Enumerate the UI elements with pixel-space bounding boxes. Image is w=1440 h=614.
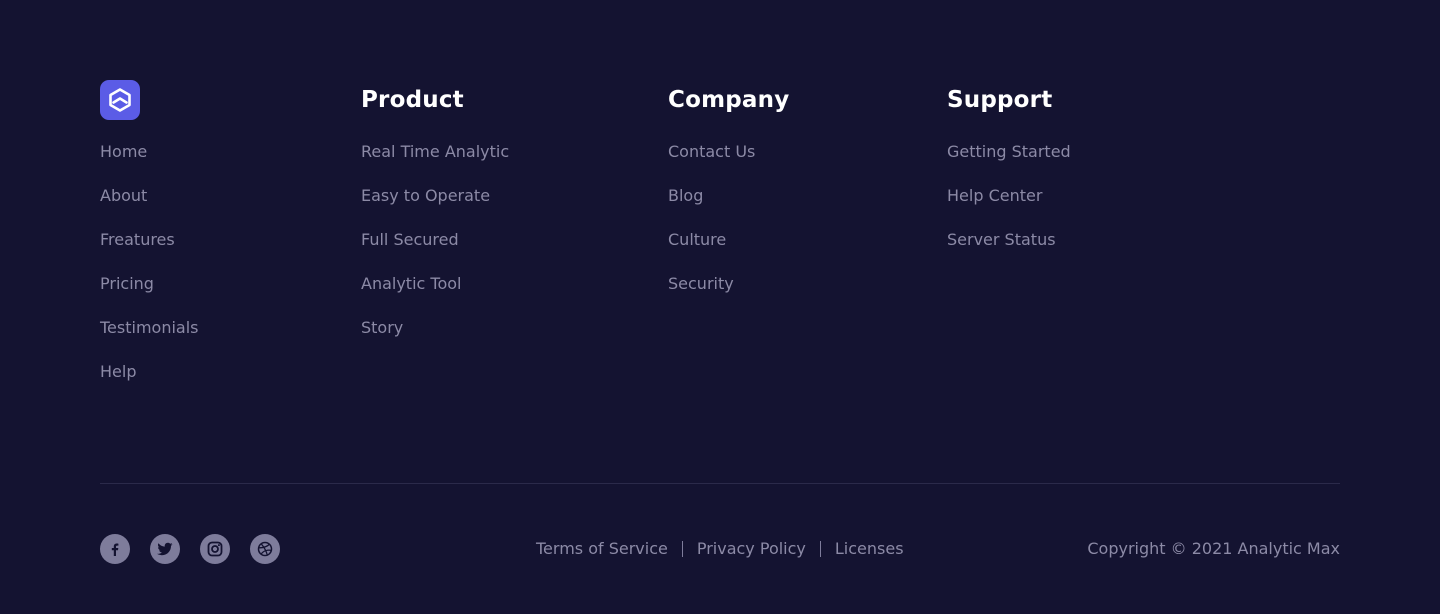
footer-link-security[interactable]: Security — [668, 274, 734, 294]
facebook-icon[interactable] — [100, 534, 130, 564]
footer-link-real-time-analytic[interactable]: Real Time Analytic — [361, 142, 509, 162]
footer-link-story[interactable]: Story — [361, 318, 403, 338]
footer-link-easy-to-operate[interactable]: Easy to Operate — [361, 186, 490, 206]
instagram-icon[interactable] — [200, 534, 230, 564]
product-heading: Product — [361, 87, 464, 113]
licenses-link[interactable]: Licenses — [835, 538, 904, 560]
footer-link-contact-us[interactable]: Contact Us — [668, 142, 755, 162]
support-heading: Support — [947, 87, 1053, 113]
twitter-icon[interactable] — [150, 534, 180, 564]
footer-link-blog[interactable]: Blog — [668, 186, 703, 206]
footer-link-culture[interactable]: Culture — [668, 230, 726, 250]
support-links: Getting Started Help Center Server Statu… — [947, 142, 1071, 274]
dribbble-icon[interactable] — [250, 534, 280, 564]
brand-links: Home About Freatures Pricing Testimonial… — [100, 142, 199, 406]
company-heading: Company — [668, 87, 790, 113]
legal-links: Terms of Service Privacy Policy Licenses — [536, 538, 904, 560]
legal-separator — [819, 541, 821, 557]
footer-link-about[interactable]: About — [100, 186, 147, 206]
privacy-policy-link[interactable]: Privacy Policy — [697, 538, 806, 560]
company-links: Contact Us Blog Culture Security — [668, 142, 789, 318]
footer-link-home[interactable]: Home — [100, 142, 147, 162]
legal-separator — [681, 541, 683, 557]
footer-link-testimonials[interactable]: Testimonials — [100, 318, 199, 338]
social-links — [100, 534, 280, 564]
footer-link-getting-started[interactable]: Getting Started — [947, 142, 1071, 162]
product-column: Product Real Time Analytic Easy to Opera… — [361, 80, 509, 362]
company-column: Company Contact Us Blog Culture Security — [668, 80, 789, 318]
footer-divider — [100, 483, 1340, 484]
product-links: Real Time Analytic Easy to Operate Full … — [361, 142, 509, 362]
footer-link-pricing[interactable]: Pricing — [100, 274, 154, 294]
support-column: Support Getting Started Help Center Serv… — [947, 80, 1071, 274]
copyright-text: Copyright © 2021 Analytic Max — [1087, 539, 1340, 558]
footer-link-server-status[interactable]: Server Status — [947, 230, 1056, 250]
terms-of-service-link[interactable]: Terms of Service — [536, 538, 668, 560]
brand-column: Home About Freatures Pricing Testimonial… — [100, 80, 199, 406]
footer-link-full-secured[interactable]: Full Secured — [361, 230, 459, 250]
footer-link-features[interactable]: Freatures — [100, 230, 175, 250]
footer-link-help[interactable]: Help — [100, 362, 136, 382]
site-footer: Home About Freatures Pricing Testimonial… — [0, 0, 1440, 614]
footer-link-help-center[interactable]: Help Center — [947, 186, 1042, 206]
footer-link-analytic-tool[interactable]: Analytic Tool — [361, 274, 461, 294]
